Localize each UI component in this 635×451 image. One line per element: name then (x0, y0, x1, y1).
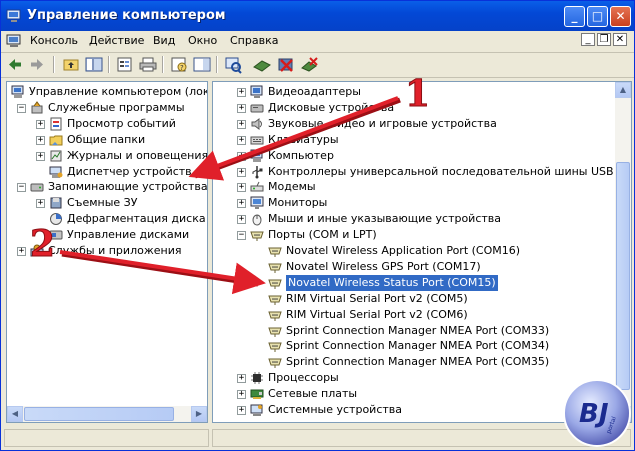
bj-portal-logo: BJ portal (563, 379, 631, 447)
marker-1: 1 (405, 73, 430, 115)
arrow-1 (188, 96, 399, 181)
logo-text: BJ (579, 399, 609, 429)
annotation-arrows: 1 2 (30, 73, 431, 295)
marker-2: 2 (30, 223, 55, 265)
arrow-2 (59, 250, 266, 295)
